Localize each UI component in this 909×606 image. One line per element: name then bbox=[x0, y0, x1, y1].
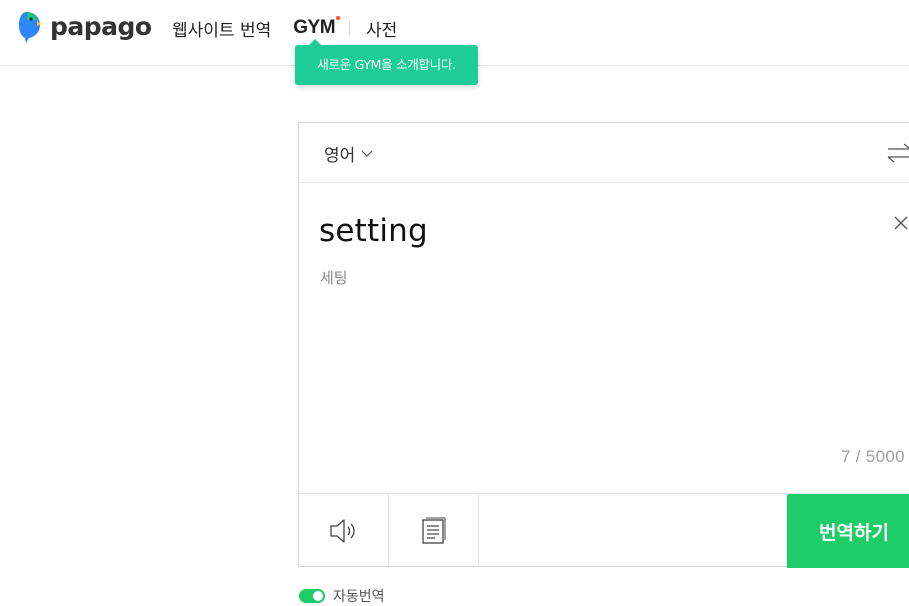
new-badge-dot bbox=[336, 16, 341, 20]
chevron-down-icon bbox=[361, 150, 373, 157]
source-toolbar: 번역하기 bbox=[299, 493, 909, 568]
listen-button[interactable] bbox=[299, 494, 389, 567]
nav-dictionary[interactable]: 사전 bbox=[366, 16, 397, 41]
source-language-select[interactable]: 영어 bbox=[324, 141, 373, 166]
logo-text: papago bbox=[50, 12, 152, 41]
document-icon bbox=[421, 517, 445, 544]
nav-website-translate[interactable]: 웹사이트 번역 bbox=[172, 16, 271, 41]
swap-languages-icon[interactable] bbox=[886, 141, 909, 165]
nav-divider bbox=[349, 21, 351, 35]
gym-intro-tooltip[interactable]: 새로운 GYM을 소개합니다. bbox=[295, 39, 478, 85]
auto-translate-toggle[interactable] bbox=[299, 589, 325, 603]
pronunciation-text: 세팅 bbox=[320, 269, 348, 287]
auto-translate-label: 자동번역 bbox=[333, 589, 385, 605]
nav-gym[interactable]: GYM bbox=[293, 16, 341, 39]
source-text-input[interactable]: setting bbox=[319, 213, 428, 249]
tooltip-text: 새로운 GYM을 소개합니다. bbox=[317, 57, 456, 72]
speaker-icon bbox=[329, 518, 355, 543]
auto-translate-row: 자동번역 bbox=[299, 586, 385, 606]
source-panel: 영어 setting 세팅 7 / 5000 번역하기 bbox=[298, 122, 909, 568]
main-nav: 웹사이트 번역 GYM 사전 bbox=[172, 14, 397, 42]
close-icon[interactable] bbox=[893, 215, 909, 231]
language-bar: 영어 bbox=[299, 123, 909, 183]
character-count: 7 / 5000 bbox=[841, 447, 905, 466]
papago-logo-icon bbox=[19, 12, 42, 43]
translate-button-label: 번역하기 bbox=[819, 521, 889, 544]
papago-logo[interactable]: papago bbox=[18, 10, 152, 44]
source-language-label: 영어 bbox=[324, 146, 356, 166]
translate-button[interactable]: 번역하기 bbox=[787, 494, 909, 568]
nav-gym-label: GYM bbox=[293, 17, 336, 38]
copy-button[interactable] bbox=[389, 494, 479, 567]
